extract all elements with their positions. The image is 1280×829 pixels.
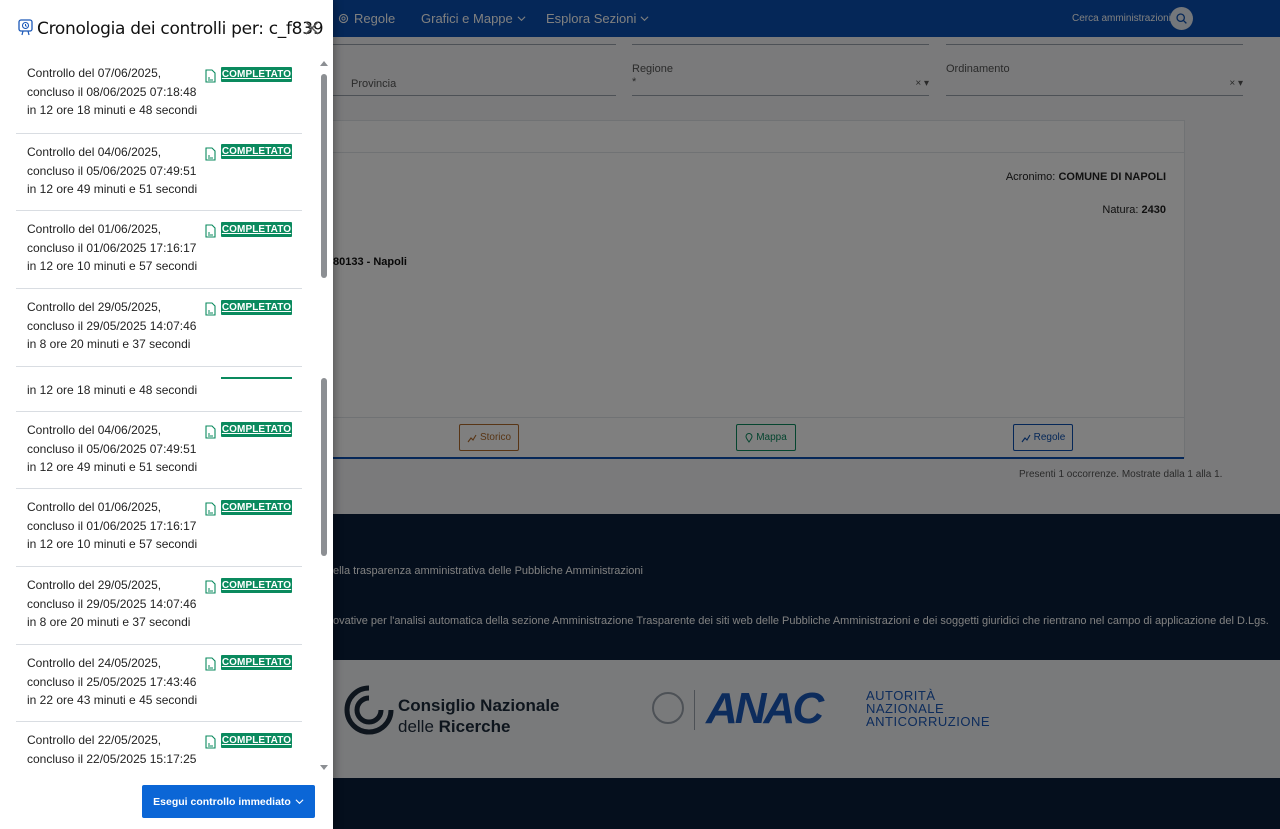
- close-icon: [305, 21, 319, 35]
- list-item: Controllo del 04/06/2025, concluso il 05…: [16, 134, 302, 211]
- document-icon[interactable]: [205, 502, 216, 516]
- status-badge[interactable]: COMPLETATO: [221, 67, 292, 82]
- document-icon[interactable]: [205, 69, 216, 83]
- list-item: Controllo del 22/05/2025, concluso il 22…: [27, 733, 292, 766]
- badge-fragment: [221, 377, 292, 379]
- list-item: Controllo del 29/05/2025, concluso il 29…: [16, 289, 302, 367]
- scrollbar-thumb[interactable]: [321, 74, 327, 278]
- scroll-down-arrow-icon[interactable]: [320, 763, 328, 771]
- list-item: Controllo del 07/06/2025, concluso il 08…: [16, 58, 302, 134]
- list-item: Controllo del 04/06/2025, concluso il 05…: [16, 412, 302, 489]
- list-item: Controllo del 29/05/2025, concluso il 29…: [16, 567, 302, 645]
- list-item: Controllo del 24/05/2025, concluso il 25…: [16, 645, 302, 722]
- document-icon[interactable]: [205, 425, 216, 439]
- status-badge[interactable]: COMPLETATO: [221, 144, 292, 159]
- close-button[interactable]: [303, 19, 321, 37]
- list-item: Controllo del 01/06/2025, concluso il 01…: [16, 489, 302, 567]
- document-icon[interactable]: [205, 657, 216, 671]
- document-icon[interactable]: [205, 224, 216, 238]
- status-badge[interactable]: COMPLETATO: [221, 422, 292, 437]
- status-badge[interactable]: COMPLETATO: [221, 578, 292, 593]
- status-badge[interactable]: COMPLETATO: [221, 500, 292, 515]
- list-item: Controllo del 01/06/2025, concluso il 01…: [16, 211, 302, 289]
- checks-list[interactable]: Controllo del 07/06/2025, concluso il 08…: [16, 58, 302, 774]
- history-icon: [18, 19, 33, 36]
- panel-title: Cronologia dei controlli per: c_f839: [37, 19, 324, 39]
- document-icon[interactable]: [205, 580, 216, 594]
- document-icon[interactable]: [205, 302, 216, 316]
- status-badge[interactable]: COMPLETATO: [221, 300, 292, 315]
- list-item: in 12 ore 18 minuti e 48 secondi: [16, 367, 302, 412]
- status-badge[interactable]: COMPLETATO: [221, 655, 292, 670]
- chevron-down-icon: [295, 799, 304, 805]
- document-icon[interactable]: [205, 147, 216, 161]
- status-badge[interactable]: COMPLETATO: [221, 222, 292, 237]
- scroll-up-arrow-icon[interactable]: [320, 60, 328, 68]
- scrollbar[interactable]: [318, 58, 330, 774]
- history-panel: Cronologia dei controlli per: c_f839 Con…: [0, 0, 333, 829]
- status-badge[interactable]: COMPLETATO: [221, 733, 292, 748]
- document-icon[interactable]: [205, 735, 216, 749]
- scrollbar-thumb[interactable]: [321, 378, 327, 556]
- run-check-button[interactable]: Esegui controllo immediato: [142, 785, 315, 818]
- panel-header: Cronologia dei controlli per: c_f839: [0, 0, 333, 58]
- panel-footer: Esegui controllo immediato: [0, 774, 333, 829]
